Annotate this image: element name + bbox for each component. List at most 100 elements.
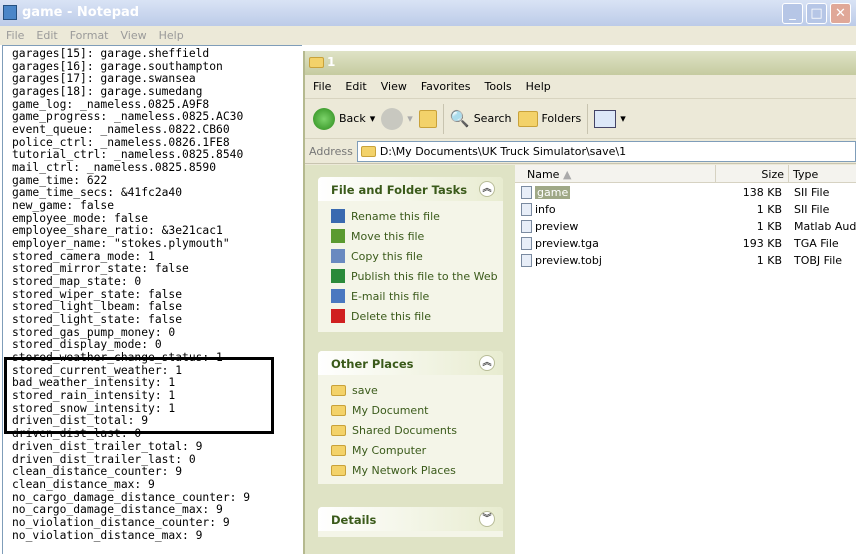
menu-view[interactable]: View: [121, 29, 147, 42]
place-label: My Document: [352, 403, 429, 417]
up-folder-button[interactable]: [418, 109, 437, 128]
text-line: stored_light_state: false: [12, 313, 183, 327]
file-size: 1 KB: [756, 220, 782, 233]
file-type: SII File: [794, 203, 830, 216]
file-row[interactable]: game 138 KB SII File: [515, 184, 856, 201]
file-icon: [521, 254, 532, 267]
explorer-menu-edit[interactable]: Edit: [345, 80, 366, 93]
file-size: 193 KB: [742, 237, 782, 250]
text-line: no_violation_distance_max: 9: [12, 528, 203, 542]
task-icon: [331, 289, 345, 303]
minimize-button[interactable]: _: [782, 3, 803, 24]
notepad-text-area[interactable]: garages[15]: garage.sheffield garages[16]…: [2, 45, 302, 554]
place-item[interactable]: My Document: [318, 400, 503, 420]
column-type[interactable]: Type: [788, 165, 856, 182]
menu-format[interactable]: Format: [70, 29, 109, 42]
explorer-menu-favorites[interactable]: Favorites: [421, 80, 471, 93]
folder-icon: [309, 57, 324, 68]
panel-title: Other Places: [331, 357, 414, 371]
place-icon: [331, 404, 346, 416]
file-name: preview.tga: [535, 237, 599, 250]
file-type: TGA File: [794, 237, 839, 250]
address-input[interactable]: D:\My Documents\UK Truck Simulator\save\…: [356, 140, 856, 162]
task-label: Copy this file: [351, 249, 423, 263]
place-item[interactable]: Shared Documents: [318, 420, 503, 440]
search-button[interactable]: 🔍 Search: [450, 109, 512, 128]
task-icon: [331, 209, 345, 223]
place-item[interactable]: save: [318, 380, 503, 400]
expand-icon[interactable]: ︾: [479, 511, 495, 527]
place-label: My Network Places: [352, 463, 456, 477]
address-label: Address: [309, 144, 353, 158]
menu-edit[interactable]: Edit: [36, 29, 57, 42]
file-size: 1 KB: [756, 203, 782, 216]
explorer-menu-bar: File Edit View Favorites Tools Help: [305, 75, 856, 99]
place-item[interactable]: My Computer: [318, 440, 503, 460]
notepad-title-bar: game - Notepad: [0, 0, 856, 26]
up-folder-icon: [418, 109, 437, 128]
place-icon: [331, 424, 346, 436]
file-name: preview: [535, 220, 579, 233]
place-label: Shared Documents: [352, 423, 457, 437]
file-name: preview.tobj: [535, 254, 602, 267]
menu-file[interactable]: File: [6, 29, 24, 42]
menu-help[interactable]: Help: [159, 29, 184, 42]
task-label: E-mail this file: [351, 289, 430, 303]
other-places-panel: Other Places ︽ save My Document Shared Docu…: [318, 351, 503, 484]
task-item[interactable]: Rename this file: [318, 206, 503, 226]
explorer-menu-view[interactable]: View: [381, 80, 407, 93]
task-label: Publish this file to the Web: [351, 269, 498, 283]
task-item[interactable]: Copy this file: [318, 246, 503, 266]
task-item[interactable]: Move this file: [318, 226, 503, 246]
explorer-menu-tools[interactable]: Tools: [485, 80, 512, 93]
text-line: garages[18]: garage.sumedang: [12, 85, 203, 99]
panel-header[interactable]: Details ︾: [318, 507, 503, 531]
collapse-icon[interactable]: ︽: [479, 181, 495, 197]
explorer-window: 1 File Edit View Favorites Tools Help Back ▾ …: [303, 51, 856, 554]
back-arrow-icon: [313, 107, 335, 130]
task-item[interactable]: Publish this file to the Web: [318, 266, 503, 286]
file-row[interactable]: preview.tga 193 KB TGA File: [515, 235, 856, 252]
separator: [587, 103, 589, 134]
panel-header[interactable]: Other Places ︽: [318, 351, 503, 375]
file-row[interactable]: preview.tobj 1 KB TOBJ File: [515, 252, 856, 269]
file-icon: [521, 237, 532, 250]
column-size[interactable]: Size: [715, 165, 788, 182]
folders-button[interactable]: Folders: [517, 110, 581, 127]
file-row[interactable]: preview 1 KB Matlab Audio: [515, 218, 856, 235]
views-button[interactable]: ▾: [594, 109, 626, 128]
place-item[interactable]: My Network Places: [318, 460, 503, 480]
task-item[interactable]: E-mail this file: [318, 286, 503, 306]
task-icon: [331, 269, 345, 283]
task-icon: [331, 229, 345, 243]
text-line: event_queue: _nameless.0822.CB60: [12, 123, 230, 137]
back-label: Back: [339, 112, 366, 125]
notepad-menu-bar: File Edit Format View Help: [0, 26, 856, 45]
file-name-cell: preview.tobj: [515, 254, 715, 267]
details-panel: Details ︾: [318, 507, 503, 537]
file-name-cell: info: [515, 203, 715, 216]
folders-icon: [517, 110, 538, 127]
place-icon: [331, 464, 346, 476]
task-item[interactable]: Delete this file: [318, 306, 503, 326]
close-button[interactable]: ✕: [830, 3, 851, 24]
forward-button[interactable]: ▾: [381, 107, 413, 130]
maximize-button[interactable]: □: [806, 3, 827, 24]
separator: [442, 103, 444, 134]
text-line: clean_distance_counter: 9: [12, 465, 183, 479]
file-icon: [521, 220, 532, 233]
panel-header[interactable]: File and Folder Tasks ︽: [318, 177, 503, 201]
text-line: mail_ctrl: _nameless.0825.8590: [12, 161, 217, 175]
file-name: info: [535, 203, 556, 216]
file-name: game: [535, 186, 571, 199]
column-name-label: Name: [527, 168, 560, 181]
file-row[interactable]: info 1 KB SII File: [515, 201, 856, 218]
file-type: SII File: [794, 186, 830, 199]
text-line: new_game: false: [12, 199, 115, 213]
collapse-icon[interactable]: ︽: [479, 355, 495, 371]
task-label: Move this file: [351, 229, 425, 243]
explorer-menu-file[interactable]: File: [313, 80, 331, 93]
back-button[interactable]: Back ▾: [313, 107, 375, 130]
column-name[interactable]: Name ▲: [515, 165, 715, 182]
explorer-menu-help[interactable]: Help: [526, 80, 551, 93]
